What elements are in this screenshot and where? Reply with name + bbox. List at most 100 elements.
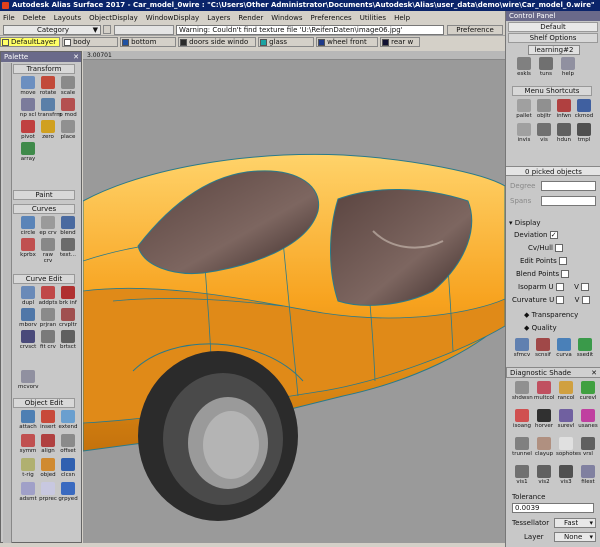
- default-shelf-button[interactable]: Default: [508, 22, 598, 32]
- tab-learning[interactable]: learning#2: [528, 45, 580, 55]
- curve-planar-tool[interactable]: crvpltr: [58, 308, 78, 330]
- sfmcv-tool[interactable]: sfmcv: [512, 338, 532, 360]
- menu-shortcuts-header[interactable]: Menu Shortcuts: [512, 86, 592, 96]
- menu-layers[interactable]: Layers: [207, 14, 230, 22]
- symmetry-tool[interactable]: symm: [18, 434, 38, 456]
- section-object-edit[interactable]: Object Edit: [13, 398, 75, 408]
- display-row-curvature[interactable]: Curvature U V: [512, 295, 600, 306]
- isoparm-u-checkbox[interactable]: [555, 283, 564, 291]
- display-row-edit-points[interactable]: Edit Points: [520, 256, 598, 267]
- section-paint[interactable]: Paint: [13, 190, 75, 200]
- vis3-tool[interactable]: vis3: [556, 465, 576, 487]
- scale-tool[interactable]: scale: [58, 76, 78, 98]
- trunnel-tool[interactable]: trunnel: [512, 437, 532, 459]
- objed-tool[interactable]: objed: [38, 458, 58, 480]
- pivot-tool[interactable]: pivot: [18, 120, 38, 142]
- place-tool[interactable]: place: [58, 120, 78, 142]
- multcol-tool[interactable]: multcol: [534, 381, 554, 403]
- layer-rear-w[interactable]: rear w: [380, 37, 421, 47]
- fit-curve-tool[interactable]: fit crv: [38, 330, 58, 352]
- cvhull-checkbox[interactable]: [555, 244, 564, 252]
- layer-default[interactable]: DefaultLayer: [0, 37, 61, 47]
- usanes-tool[interactable]: usanes: [578, 409, 598, 431]
- menu-utilities[interactable]: Utilities: [360, 14, 386, 22]
- text-tool[interactable]: text...: [58, 238, 78, 260]
- align-tool[interactable]: align: [38, 434, 58, 456]
- menu-file[interactable]: File: [3, 14, 15, 22]
- tmpl-tool[interactable]: tmpl: [574, 123, 594, 145]
- ssedit-tool[interactable]: ssedit: [575, 338, 595, 360]
- help-tool[interactable]: help: [558, 57, 578, 79]
- deviation-checkbox[interactable]: ✓: [549, 231, 558, 239]
- layer-dropdown[interactable]: None ▾: [554, 532, 596, 542]
- prop-mod-tool[interactable]: p mod: [58, 98, 78, 120]
- blend-tool[interactable]: blend: [58, 216, 78, 238]
- scnsif-tool[interactable]: scnsif: [533, 338, 553, 360]
- preference-sets-button[interactable]: Preference Sets: [447, 25, 503, 43]
- insert-tool[interactable]: insert: [38, 410, 58, 432]
- isoparm-v-checkbox[interactable]: [581, 283, 590, 291]
- curevl-tool[interactable]: curevl: [578, 381, 598, 403]
- menu-preferences[interactable]: Preferences: [311, 14, 352, 22]
- vis-tool[interactable]: vis: [534, 123, 554, 145]
- layer-wheel-front[interactable]: wheel front: [316, 37, 379, 47]
- vrsl-tool[interactable]: vrsl: [578, 437, 598, 459]
- hdun-tool[interactable]: hdun: [554, 123, 574, 145]
- menu-windows[interactable]: Windows: [271, 14, 302, 22]
- layer-glass[interactable]: glass: [258, 37, 315, 47]
- display-row-blend-points[interactable]: Blend Points: [516, 269, 598, 280]
- shelf-options-button[interactable]: Shelf Options: [508, 33, 598, 43]
- horver-tool[interactable]: horver: [534, 409, 554, 431]
- menu-objectdisplay[interactable]: ObjectDisplay: [89, 14, 138, 22]
- zero-tool[interactable]: zero: [38, 120, 58, 142]
- extend-tool[interactable]: extend: [58, 410, 78, 432]
- tolerance-field[interactable]: 0.0039: [512, 503, 594, 513]
- display-row-isoparm[interactable]: Isoparm U V: [518, 282, 600, 293]
- offset-tool[interactable]: offset: [58, 434, 78, 456]
- category-toggle[interactable]: [103, 25, 111, 34]
- edit-points-checkbox[interactable]: [559, 257, 568, 265]
- close-icon[interactable]: ✕: [73, 52, 79, 62]
- curva-tool[interactable]: curva: [554, 338, 574, 360]
- clcsn-tool[interactable]: clcsn: [58, 458, 78, 480]
- category-dropdown[interactable]: Category ▼: [3, 25, 101, 35]
- array-tool[interactable]: array: [18, 142, 38, 164]
- add-points-tool[interactable]: addpts: [38, 286, 58, 308]
- modeling-viewport[interactable]: 3.00701: [83, 51, 505, 543]
- curvature-v-checkbox[interactable]: [581, 296, 590, 304]
- adsmt-tool[interactable]: adsmt: [18, 482, 38, 504]
- palette-grip[interactable]: [3, 63, 12, 543]
- objltr-tool[interactable]: objltr: [534, 99, 554, 121]
- vis1-tool[interactable]: vis1: [512, 465, 532, 487]
- section-curve-edit[interactable]: Curve Edit: [13, 274, 75, 284]
- tuns-tool[interactable]: tuns: [536, 57, 556, 79]
- menu-help[interactable]: Help: [394, 14, 410, 22]
- surevl-tool[interactable]: surevl: [556, 409, 576, 431]
- project-tool[interactable]: prjran: [38, 308, 58, 330]
- layer-doors[interactable]: doors side windo: [178, 37, 257, 47]
- menu-windowdisplay[interactable]: WindowDisplay: [146, 14, 199, 22]
- move-tool[interactable]: move: [18, 76, 38, 98]
- filter-field[interactable]: [114, 25, 174, 35]
- t-rig-tool[interactable]: t-rig: [18, 458, 38, 480]
- isoang-tool[interactable]: isoang: [512, 409, 532, 431]
- display-section-header[interactable]: ▾ Display: [509, 218, 597, 228]
- ckmod-tool[interactable]: ckmod: [574, 99, 594, 121]
- duplicate-tool[interactable]: dupl: [18, 286, 38, 308]
- rotate-tool[interactable]: rotate: [38, 76, 58, 98]
- nonprop-scale-tool[interactable]: np scl: [18, 98, 38, 120]
- curve-section-tool[interactable]: crvsct: [18, 330, 38, 352]
- menu-delete[interactable]: Delete: [23, 14, 46, 22]
- invis-tool[interactable]: invis: [514, 123, 534, 145]
- transparency-section[interactable]: ◆ Transparency: [524, 310, 594, 321]
- vis2-tool[interactable]: vis2: [534, 465, 554, 487]
- brtsct-tool[interactable]: brtsct: [58, 330, 78, 352]
- mcvorv-tool[interactable]: mcvorv: [18, 370, 39, 392]
- curvature-u-checkbox[interactable]: [556, 296, 565, 304]
- pallet-tool[interactable]: pallet: [514, 99, 534, 121]
- blend-points-checkbox[interactable]: [561, 270, 570, 278]
- circle-tool[interactable]: circle: [18, 216, 38, 238]
- close-icon[interactable]: ✕: [591, 368, 597, 378]
- raw-curve-tool[interactable]: raw crv: [38, 238, 58, 264]
- shdwsn-tool[interactable]: shdwsn: [512, 381, 533, 403]
